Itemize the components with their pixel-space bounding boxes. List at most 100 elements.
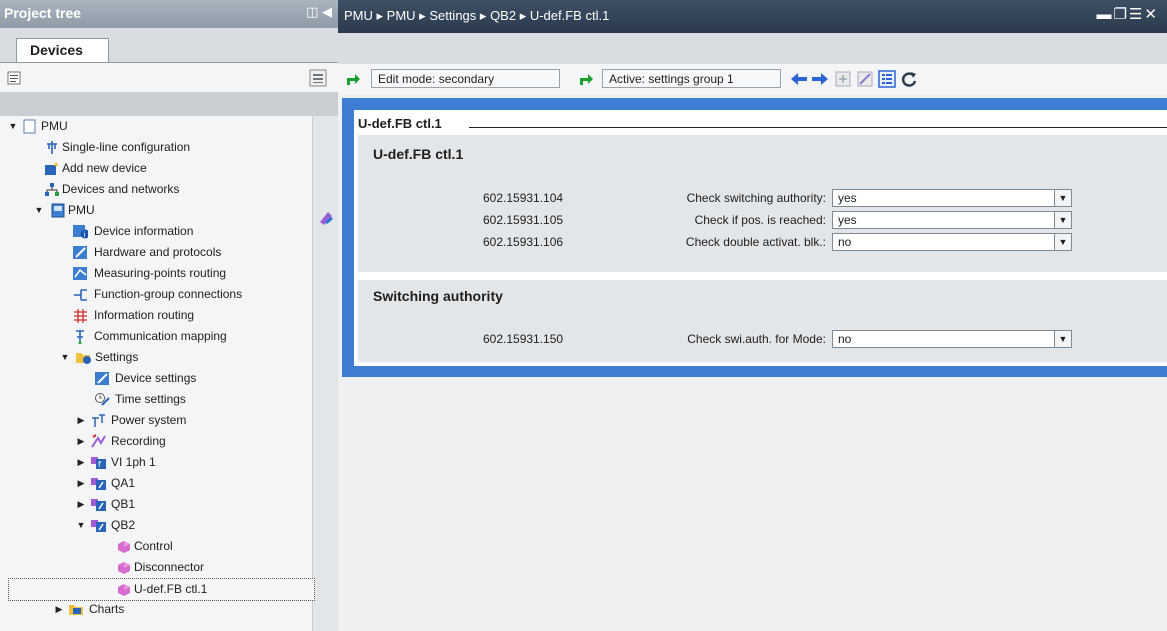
- tree-expanded-arrow-icon[interactable]: ▼: [8, 116, 18, 137]
- check-pos-reached-select[interactable]: yes ▼: [832, 211, 1072, 229]
- settings-group-switching-authority: Switching authority 602.15931.150 Check …: [358, 280, 1167, 362]
- breadcrumb-item[interactable]: PMU: [387, 8, 416, 23]
- tree-item-label: Communication mapping: [94, 329, 227, 343]
- tree-item-recording[interactable]: ▶ Recording: [0, 431, 312, 452]
- tree-collapsed-arrow-icon[interactable]: ▶: [76, 473, 86, 494]
- tree-item-label: Disconnector: [134, 560, 205, 574]
- tree-item-device-settings[interactable]: Device settings: [0, 368, 312, 389]
- edit-mode-field[interactable]: Edit mode: secondary: [371, 69, 560, 88]
- maximize-icon[interactable]: ☰: [1129, 6, 1144, 23]
- breadcrumb: PMU ▸ PMU ▸ Settings ▸ QB2 ▸ U-def.FB ct…: [338, 0, 1167, 33]
- tree-item-power-system[interactable]: ▶ Power system: [0, 410, 312, 431]
- check-switching-authority-select[interactable]: yes ▼: [832, 189, 1072, 207]
- tree-collapsed-arrow-icon[interactable]: ▶: [76, 452, 86, 473]
- tree-item-pmu-device[interactable]: ▼ PMU: [0, 200, 312, 221]
- tree-item-time-settings[interactable]: Time settings: [0, 389, 312, 410]
- detail-view-icon[interactable]: [878, 70, 896, 88]
- tree-collapsed-arrow-icon[interactable]: ▶: [54, 599, 64, 620]
- panel-title-rule: [469, 127, 1167, 128]
- tree-item-information-routing[interactable]: Information routing: [0, 305, 312, 326]
- breadcrumb-item[interactable]: Settings: [429, 8, 476, 23]
- tree-item-single-line-configuration[interactable]: Single-line configuration: [0, 137, 312, 158]
- back-arrow-icon[interactable]: [789, 70, 807, 88]
- tree-item-qb1[interactable]: ▶ QB1: [0, 494, 312, 515]
- settings-folder-icon: [76, 353, 91, 364]
- function-block-icon: [118, 541, 130, 553]
- project-tree-panel: Project tree ◫ ◀ Devices ▼ PMU Single-li…: [0, 0, 338, 631]
- check-double-activation-block-select[interactable]: no ▼: [832, 233, 1072, 251]
- tree-item-control[interactable]: Control: [0, 536, 312, 557]
- single-line-icon: [47, 141, 57, 154]
- tree-item-communication-mapping[interactable]: Communication mapping: [0, 326, 312, 347]
- check-switching-authority-mode-select[interactable]: no ▼: [832, 330, 1072, 348]
- collapse-panel-icon[interactable]: ◫ ◀: [306, 4, 332, 20]
- breadcrumb-item[interactable]: U-def.FB ctl.1: [530, 8, 609, 23]
- tree-expanded-arrow-icon[interactable]: ▼: [34, 200, 44, 221]
- parameter-address: 602.15931.105: [483, 213, 564, 227]
- tree-item-device-information[interactable]: i Device information: [0, 221, 312, 242]
- parameter-address: 602.15931.106: [483, 235, 564, 249]
- tree-item-qa1[interactable]: ▶ QA1: [0, 473, 312, 494]
- device-list-icon[interactable]: [6, 70, 22, 86]
- device-settings-icon: [95, 372, 109, 385]
- network-icon: [45, 183, 59, 196]
- filter-icon[interactable]: [856, 70, 874, 88]
- select-value: no: [838, 332, 852, 346]
- tree-expanded-arrow-icon[interactable]: ▼: [76, 515, 86, 536]
- tree-item-settings[interactable]: ▼ Settings: [0, 347, 312, 368]
- tree-header-band: [0, 92, 338, 116]
- tree-item-hardware-and-protocols[interactable]: Hardware and protocols: [0, 242, 312, 263]
- minimize-icon[interactable]: ▬: [1097, 6, 1114, 23]
- tree-collapsed-arrow-icon[interactable]: ▶: [76, 494, 86, 515]
- restore-icon[interactable]: ❐: [1114, 6, 1129, 23]
- recording-icon: [91, 434, 106, 448]
- tree-item-function-group-connections[interactable]: Function-group connections: [0, 284, 312, 305]
- breadcrumb-item[interactable]: PMU: [344, 8, 373, 23]
- breadcrumb-separator-icon: ▸: [479, 8, 491, 23]
- tree-collapsed-arrow-icon[interactable]: ▶: [76, 410, 86, 431]
- breadcrumb-separator-icon: ▸: [376, 8, 387, 23]
- function-block-icon: [118, 584, 130, 596]
- active-group-arrow-icon[interactable]: [577, 70, 595, 88]
- dropdown-arrow-icon[interactable]: ▼: [1054, 190, 1071, 206]
- information-routing-icon: [74, 309, 87, 323]
- dropdown-arrow-icon[interactable]: ▼: [1054, 212, 1071, 228]
- tree-item-pmu-root[interactable]: ▼ PMU: [0, 116, 312, 137]
- tree-item-label: QB1: [111, 497, 136, 511]
- tree-collapsed-arrow-icon[interactable]: ▶: [76, 431, 86, 452]
- function-group-icon: [91, 499, 106, 511]
- settings-group-u-def-fb-ctl: U-def.FB ctl.1 602.15931.104 Check switc…: [358, 135, 1167, 272]
- tree-item-vi-1ph-1[interactable]: ▶ f VI 1ph 1: [0, 452, 312, 473]
- editor-tab-strip: [338, 33, 1167, 64]
- active-settings-group-field[interactable]: Active: settings group 1: [602, 69, 781, 88]
- refresh-icon[interactable]: [900, 70, 918, 88]
- compare-icon[interactable]: [834, 70, 852, 88]
- window-controls: ▬❐☰✕: [1097, 5, 1159, 23]
- close-icon[interactable]: ✕: [1144, 6, 1159, 23]
- select-value: no: [838, 235, 852, 249]
- tree-expanded-arrow-icon[interactable]: ▼: [60, 347, 70, 368]
- tree-item-devices-and-networks[interactable]: Devices and networks: [0, 179, 312, 200]
- tree-item-label: Recording: [111, 434, 166, 448]
- forward-arrow-icon[interactable]: [810, 70, 828, 88]
- function-group-connections-icon: [74, 289, 87, 301]
- tree-item-measuring-points-routing[interactable]: Measuring-points routing: [0, 263, 312, 284]
- tree-item-charts[interactable]: ▶ Charts: [0, 599, 312, 620]
- project-tree-title: Project tree: [4, 5, 82, 21]
- tree-item-label: Power system: [111, 413, 187, 427]
- tree-item-label: Devices and networks: [62, 182, 180, 196]
- overview-icon[interactable]: [309, 69, 327, 87]
- project-icon: [23, 119, 36, 134]
- parameter-address: 602.15931.104: [483, 191, 564, 205]
- dropdown-arrow-icon[interactable]: ▼: [1054, 331, 1071, 347]
- breadcrumb-item[interactable]: QB2: [490, 8, 516, 23]
- edit-mode-arrow-icon[interactable]: [344, 70, 362, 88]
- tree-item-add-new-device[interactable]: Add new device: [0, 158, 312, 179]
- tree-item-u-def-fb-ctl-1[interactable]: U-def.FB ctl.1: [8, 578, 315, 601]
- tab-devices[interactable]: Devices: [16, 38, 109, 63]
- tree-item-qb2[interactable]: ▼ QB2: [0, 515, 312, 536]
- tree-item-disconnector[interactable]: Disconnector: [0, 557, 312, 578]
- dropdown-arrow-icon[interactable]: ▼: [1054, 234, 1071, 250]
- tree-item-label: Charts: [89, 602, 125, 616]
- tree-item-label: QA1: [111, 476, 136, 490]
